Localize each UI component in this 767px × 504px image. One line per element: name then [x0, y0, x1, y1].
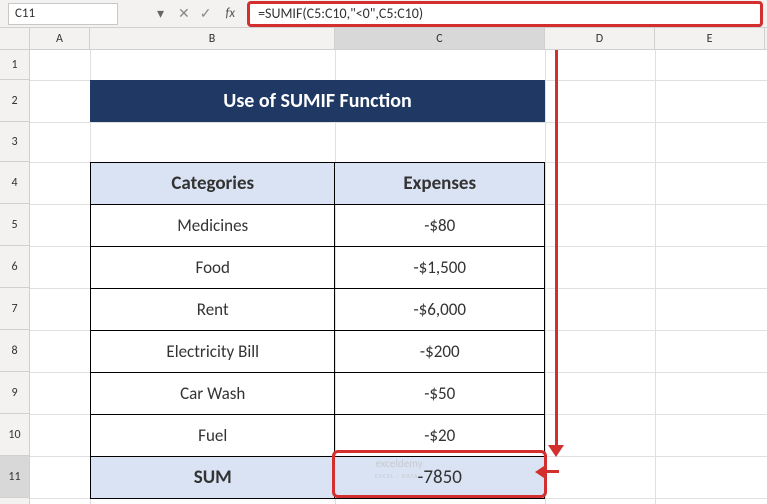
cancel-icon[interactable]: ✕	[178, 5, 190, 22]
col-header-D[interactable]: D	[545, 28, 655, 49]
cell-expense[interactable]: -$20	[335, 415, 545, 457]
name-box-dropdown-icon[interactable]: ▾	[122, 5, 172, 22]
formula-bar-buttons: ✕ ✓	[172, 5, 217, 22]
enter-icon[interactable]: ✓	[200, 5, 212, 22]
header-categories: Categories	[91, 163, 335, 205]
row-header-6[interactable]: 6	[0, 246, 29, 288]
spreadsheet-area: A B C D E 1 2 3 4 5 6 7 8 9 10 11	[0, 28, 767, 504]
cell-expense[interactable]: -$1,500	[335, 247, 545, 289]
row-header-9[interactable]: 9	[0, 372, 29, 414]
row-header-2[interactable]: 2	[0, 80, 29, 122]
cell-category[interactable]: Rent	[91, 289, 335, 331]
row-header-11[interactable]: 11	[0, 456, 29, 498]
row-header-10[interactable]: 10	[0, 414, 29, 456]
col-header-C[interactable]: C	[335, 28, 545, 49]
annotation-arrow-line-h	[547, 470, 559, 473]
col-header-B[interactable]: B	[90, 28, 335, 49]
title-band: Use of SUMIF Function	[90, 80, 545, 122]
row-header-5[interactable]: 5	[0, 204, 29, 246]
cell-expense[interactable]: -$80	[335, 205, 545, 247]
cell-category[interactable]: Car Wash	[91, 373, 335, 415]
cell-expense[interactable]: -$200	[335, 331, 545, 373]
row-header-4[interactable]: 4	[0, 162, 29, 204]
table-row[interactable]: Fuel -$20	[91, 415, 545, 457]
formula-bar: C11 ▾ ✕ ✓ fx =SUMIF(C5:C10,"<0",C5:C10)	[0, 0, 767, 28]
name-box[interactable]: C11	[8, 3, 118, 25]
fx-icon[interactable]: fx	[217, 6, 243, 21]
table-row[interactable]: Car Wash -$50	[91, 373, 545, 415]
cell-category[interactable]: Food	[91, 247, 335, 289]
sum-label: SUM	[91, 457, 335, 499]
cells-area[interactable]: Use of SUMIF Function Categories Expense…	[30, 50, 767, 504]
sum-value[interactable]: -7850	[335, 457, 545, 499]
formula-input[interactable]: =SUMIF(C5:C10,"<0",C5:C10)	[247, 1, 763, 27]
table-header-row: Categories Expenses	[91, 163, 545, 205]
header-expenses: Expenses	[335, 163, 545, 205]
table-row[interactable]: Electricity Bill -$200	[91, 331, 545, 373]
col-header-E[interactable]: E	[655, 28, 765, 49]
row-header-1[interactable]: 1	[0, 50, 29, 80]
cell-category[interactable]: Electricity Bill	[91, 331, 335, 373]
table-row[interactable]: Medicines -$80	[91, 205, 545, 247]
row-headers: 1 2 3 4 5 6 7 8 9 10 11	[0, 50, 30, 504]
row-header-3[interactable]: 3	[0, 122, 29, 162]
table-row[interactable]: Rent -$6,000	[91, 289, 545, 331]
cell-category[interactable]: Medicines	[91, 205, 335, 247]
expense-table: Categories Expenses Medicines -$80 Food …	[90, 162, 545, 499]
row-header-7[interactable]: 7	[0, 288, 29, 330]
column-headers: A B C D E	[0, 28, 767, 50]
cell-expense[interactable]: -$50	[335, 373, 545, 415]
sum-row[interactable]: SUM -7850	[91, 457, 545, 499]
col-header-A[interactable]: A	[30, 28, 90, 49]
annotation-arrow-line	[555, 50, 558, 450]
table-row[interactable]: Food -$1,500	[91, 247, 545, 289]
cell-category[interactable]: Fuel	[91, 415, 335, 457]
row-header-8[interactable]: 8	[0, 330, 29, 372]
cell-expense[interactable]: -$6,000	[335, 289, 545, 331]
select-all-corner[interactable]	[0, 28, 30, 49]
